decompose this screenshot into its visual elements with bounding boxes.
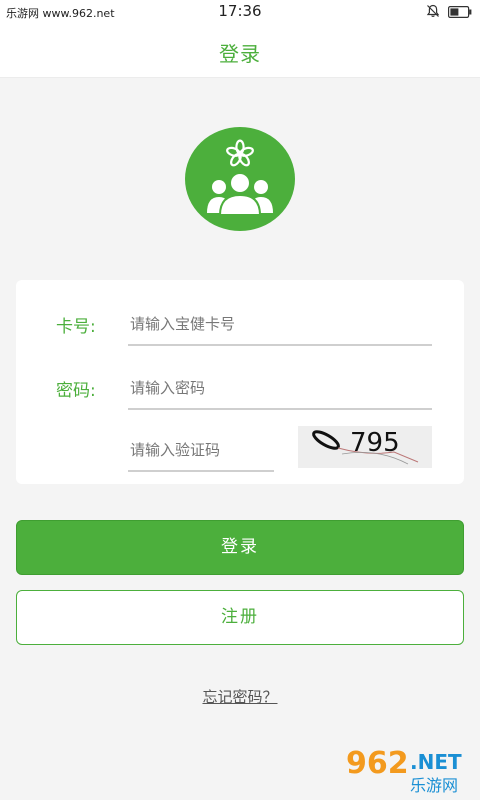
bell-muted-icon — [426, 4, 440, 17]
captcha-text: 795 — [350, 428, 400, 458]
register-button[interactable]: 注册 — [16, 590, 464, 645]
users-group-icon — [207, 172, 273, 216]
avatar — [185, 127, 295, 231]
site-watermark: 962 .NET 乐游网 — [344, 746, 474, 795]
flower-icon — [226, 139, 254, 167]
card-number-label: 卡号: — [56, 317, 96, 337]
status-bar: 乐游网 www.962.net 17:36 — [0, 0, 480, 24]
password-input[interactable] — [128, 368, 432, 410]
header: 登录 — [0, 24, 480, 78]
status-time: 17:36 — [218, 2, 262, 20]
page-title: 登录 — [219, 42, 261, 66]
captcha-image[interactable]: 795 — [298, 426, 432, 468]
watermark-net: .NET — [410, 750, 462, 774]
password-label: 密码: — [56, 381, 96, 401]
battery-icon — [448, 6, 472, 18]
forgot-password-link[interactable]: 忘记密码？ — [0, 686, 480, 707]
captcha-input[interactable] — [128, 430, 274, 472]
card-number-input[interactable] — [128, 304, 432, 346]
login-screen: 乐游网 www.962.net 17:36 登录 卡号: 请输入宝健卡号 密码:… — [0, 0, 480, 800]
login-form-card: 卡号: 密码: 795 — [16, 280, 464, 484]
watermark-cn: 乐游网 — [410, 776, 459, 795]
login-button[interactable]: 登录 — [16, 520, 464, 575]
watermark-number: 962 — [346, 746, 409, 781]
